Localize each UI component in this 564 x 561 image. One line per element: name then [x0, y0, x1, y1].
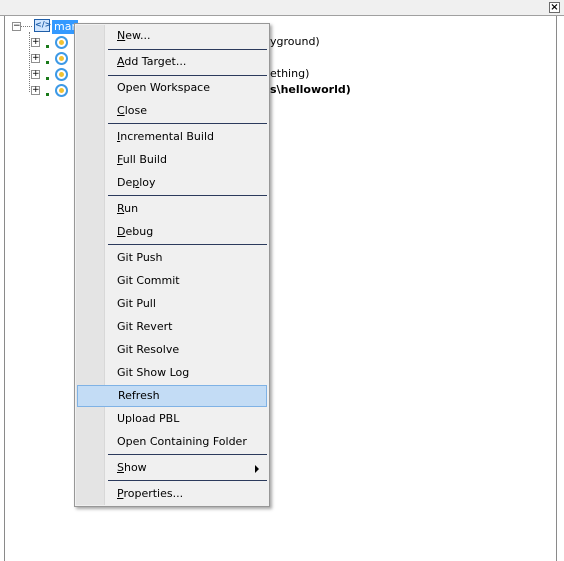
menu-separator — [108, 480, 267, 481]
menu-item-new[interactable]: New... — [76, 25, 268, 47]
menu-item-run[interactable]: Run — [76, 198, 268, 220]
menu-separator — [108, 244, 267, 245]
menu-label: how — [123, 461, 147, 474]
menu-item-open-workspace[interactable]: Open Workspace — [76, 77, 268, 99]
menu-label: ull Build — [122, 153, 167, 166]
menu-separator — [108, 75, 267, 76]
expand-toggle-target-2[interactable]: + — [31, 54, 40, 63]
menu-label: ew... — [125, 29, 151, 42]
close-icon[interactable]: × — [549, 2, 560, 13]
status-dot — [46, 61, 49, 64]
collapse-toggle-root[interactable]: − — [12, 22, 21, 31]
panel-title-strip: × — [0, 0, 564, 16]
target-icon[interactable] — [55, 36, 68, 49]
menu-item-open-containing-folder[interactable]: Open Containing Folder — [76, 431, 268, 453]
menu-item-incremental-build[interactable]: Incremental Build — [76, 126, 268, 148]
menu-label: lose — [124, 104, 147, 117]
target-icon[interactable] — [55, 52, 68, 65]
menu-item-show[interactable]: Show — [76, 457, 268, 479]
context-menu: New... Add Target... Open Workspace Clos… — [74, 23, 270, 507]
menu-item-upload-pbl[interactable]: Upload PBL — [76, 408, 268, 430]
menu-item-git-revert[interactable]: Git Revert — [76, 316, 268, 338]
status-dot — [46, 77, 49, 80]
menu-item-add-target[interactable]: Add Target... — [76, 51, 268, 73]
menu-label: roperties... — [123, 487, 184, 500]
expand-toggle-target-3[interactable]: + — [31, 70, 40, 79]
tree-connector — [29, 32, 30, 92]
expand-toggle-target-4[interactable]: + — [31, 86, 40, 95]
menu-item-git-show-log[interactable]: Git Show Log — [76, 362, 268, 384]
menu-separator — [108, 49, 267, 50]
menu-item-close[interactable]: Close — [76, 100, 268, 122]
menu-item-properties[interactable]: Properties... — [76, 483, 268, 505]
status-dot — [46, 45, 49, 48]
menu-label: loy — [139, 176, 156, 189]
status-dot — [46, 93, 49, 96]
target-icon[interactable] — [55, 68, 68, 81]
menu-item-git-push[interactable]: Git Push — [76, 247, 268, 269]
workspace-icon: </> — [34, 19, 51, 32]
mnemonic: N — [117, 29, 126, 42]
menu-item-git-pull[interactable]: Git Pull — [76, 293, 268, 315]
mnemonic: C — [117, 104, 125, 117]
menu-label: un — [124, 202, 139, 215]
tree-item-target-3[interactable]: ething) — [270, 67, 309, 81]
expand-toggle-target-1[interactable]: + — [31, 38, 40, 47]
menu-item-refresh[interactable]: Refresh — [77, 385, 267, 407]
menu-separator — [108, 454, 267, 455]
menu-item-full-build[interactable]: Full Build — [76, 149, 268, 171]
menu-item-deploy[interactable]: Deploy — [76, 172, 268, 194]
menu-label: ncremental Build — [120, 130, 214, 143]
menu-label: De — [117, 176, 133, 189]
submenu-arrow-icon — [255, 465, 259, 473]
menu-item-debug[interactable]: Debug — [76, 221, 268, 243]
menu-label: ebug — [125, 225, 154, 238]
menu-label: dd Target... — [124, 55, 187, 68]
menu-separator — [108, 195, 267, 196]
mnemonic: S — [117, 461, 124, 474]
tree-item-target-4[interactable]: s\helloworld) — [270, 83, 351, 97]
tree-connector — [21, 26, 32, 27]
menu-item-git-resolve[interactable]: Git Resolve — [76, 339, 268, 361]
menu-separator — [108, 123, 267, 124]
tree-item-target-1[interactable]: yground) — [270, 35, 320, 49]
target-icon[interactable] — [55, 84, 68, 97]
menu-item-git-commit[interactable]: Git Commit — [76, 270, 268, 292]
